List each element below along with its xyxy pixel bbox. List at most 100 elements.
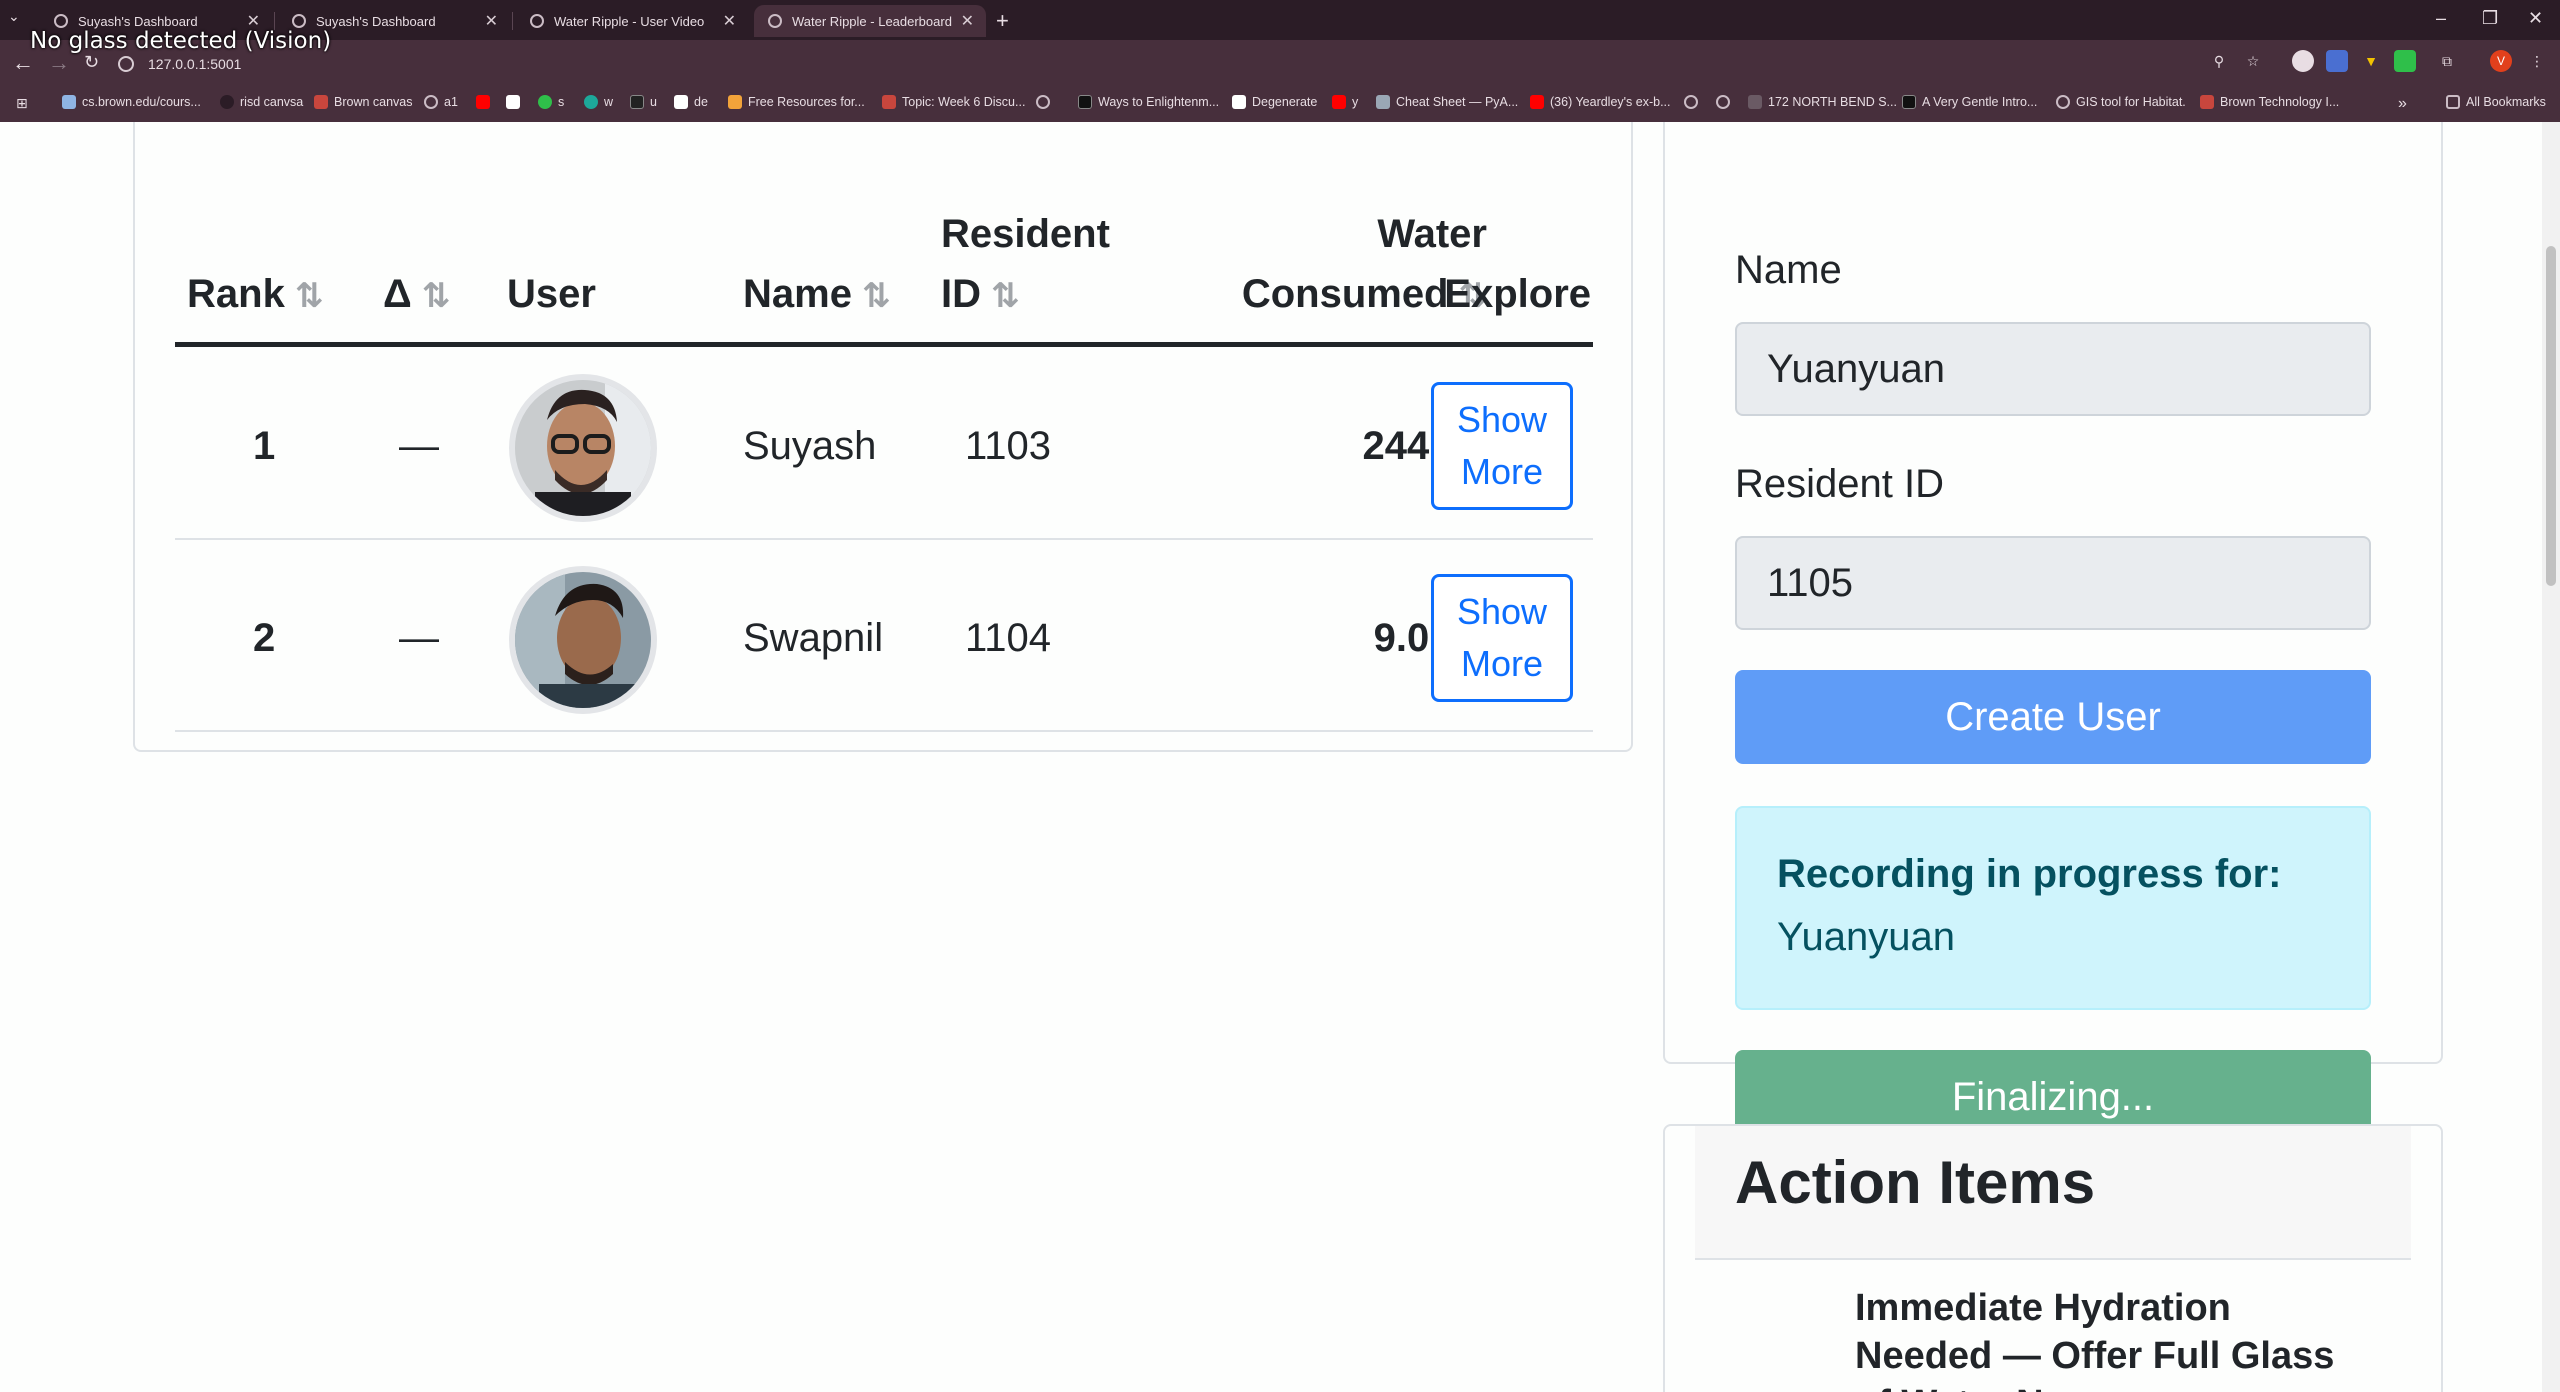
globe-icon [1684,95,1698,109]
bookmark-item[interactable] [1684,95,1704,109]
browser-tab[interactable]: Water Ripple - User Video ✕ [516,5,748,37]
page-scrollbar[interactable] [2542,122,2560,1392]
close-icon[interactable]: ✕ [723,11,736,31]
bookmark-label: y [1352,95,1359,109]
medium-icon [1902,95,1916,109]
header-name[interactable]: Name ⇅ [743,264,890,326]
extension-green-icon[interactable] [2394,50,2416,72]
bookmark-item[interactable]: Degenerate [1232,95,1317,109]
extension-screen-icon[interactable] [2326,50,2348,72]
rank-cell: 2 [253,616,276,660]
tab-separator [512,12,513,30]
bookmark-label: de [694,95,708,109]
name-label: Name [1735,248,1842,292]
globe-icon [530,14,544,28]
name-cell: Swapnil [743,616,884,660]
header-label: ID [941,272,981,316]
bookmark-item[interactable]: w [584,95,613,109]
header-label: Consumed [1241,272,1449,316]
page-content: Rank ⇅ Δ ⇅ User Name ⇅ Resident ID ⇅ Water C… [0,122,2560,1392]
site-info-icon[interactable] [118,56,134,72]
bookmark-item[interactable]: GIS tool for Habitat. [2056,95,2186,109]
bookmark-label: Cheat Sheet — PyA... [1396,95,1519,109]
bookmark-label: a1 [444,95,458,109]
button-label: Finalizing... [1951,1074,2155,1119]
rank-cell: 1 [253,424,276,468]
window-close-icon[interactable]: ✕ [2528,8,2543,29]
delta-cell: — [399,616,439,660]
wikipedia-icon [1232,95,1246,109]
resident-id-field[interactable]: 1105 [1735,536,2371,630]
create-user-button[interactable]: Create User [1735,670,2371,764]
bookmark-item[interactable]: cs.brown.edu/cours... [62,95,201,109]
bookmark-item[interactable]: y [1332,95,1358,109]
bookmark-label: (36) Yeardley's ex-b... [1550,95,1671,109]
browser-menu-icon[interactable]: ⋮ [2526,50,2548,72]
bookmark-item[interactable]: risd canvsa [220,95,303,109]
action-item-text: Immediate Hydration Needed — Offer Full … [1855,1287,2335,1392]
bookmark-item[interactable] [1716,95,1736,109]
bookmark-item[interactable]: a1 [424,95,458,109]
header-explore: Explore [1431,264,1591,324]
bookmark-item[interactable] [1036,95,1056,109]
url-text: 127.0.0.1:5001 [148,56,242,72]
vision-status-overlay: No glass detected (Vision) [30,28,332,54]
bookmark-label: Free Resources for... [748,95,865,109]
header-label: Explore [1444,272,1591,316]
new-tab-icon[interactable]: + [996,8,1009,34]
bookmarks-overflow-icon[interactable]: » [2398,95,2407,113]
bookmark-item[interactable]: Ways to Enlightenm... [1078,95,1219,109]
sort-icon[interactable]: ⇅ [862,277,891,315]
tab-search-icon[interactable]: ⌄ [8,8,20,25]
bookmark-item[interactable]: Cheat Sheet — PyA... [1376,95,1518,109]
bookmark-item[interactable]: A Very Gentle Intro... [1902,95,2037,109]
bookmark-item[interactable]: 172 NORTH BEND S... [1748,95,1897,109]
bookmark-item[interactable]: de [674,95,708,109]
bookmark-item[interactable]: (36) Yeardley's ex-b... [1530,95,1671,109]
all-bookmarks-folder[interactable]: All Bookmarks [2446,95,2546,109]
header-label: Water [1377,212,1487,256]
bookmark-item[interactable]: s [538,95,564,109]
header-rank[interactable]: Rank ⇅ [187,264,323,326]
create-user-card: Name Yuanyuan Resident ID 1105 Create Us… [1663,122,2443,1144]
bookmark-item[interactable]: Topic: Week 6 Discu... [882,95,1025,109]
scrollbar-thumb[interactable] [2546,246,2556,586]
bookmark-item[interactable] [476,95,496,109]
restore-icon[interactable]: ❐ [2482,8,2498,29]
close-icon[interactable]: ✕ [485,11,498,31]
browser-tab-active[interactable]: Water Ripple - Leaderboard ✕ [754,5,986,37]
header-delta[interactable]: Δ ⇅ [383,264,450,326]
address-bar[interactable]: 127.0.0.1:5001 [118,50,2238,78]
extension-triangle-icon[interactable]: ▼ [2360,50,2382,72]
show-more-button[interactable]: Show More [1431,382,1573,510]
bookmark-icon [538,95,552,109]
extension-pokeball-icon[interactable] [2292,50,2314,72]
bookmark-item[interactable] [506,95,526,109]
bookmark-icon [630,95,644,109]
header-resident-id[interactable]: Resident ID ⇅ [941,204,1110,326]
reload-icon[interactable]: ↻ [84,52,99,73]
bookmark-label: u [650,95,657,109]
bookmark-icon [882,95,896,109]
profile-avatar[interactable]: V [2490,50,2512,72]
zoom-icon[interactable]: ⚲ [2208,50,2230,72]
close-icon[interactable]: ✕ [961,11,974,31]
sort-icon[interactable]: ⇅ [295,277,324,315]
bookmark-star-icon[interactable]: ☆ [2242,50,2264,72]
extensions-puzzle-icon[interactable]: ⧉ [2436,50,2458,72]
button-label: Create User [1945,694,2161,739]
show-more-button[interactable]: Show More [1431,574,1573,702]
user-photo-suyash [515,380,651,516]
name-cell: Suyash [743,424,877,468]
bookmark-item[interactable]: Brown Technology I... [2200,95,2339,109]
apps-grid-icon[interactable]: ⊞ [16,95,28,112]
bookmark-item[interactable]: Free Resources for... [728,95,865,109]
browser-tab-bar: ⌄ Suyash's Dashboard ✕ Suyash's Dashboar… [0,0,2560,40]
name-field[interactable]: Yuanyuan [1735,322,2371,416]
button-label: Show [1456,399,1548,440]
sort-icon[interactable]: ⇅ [991,277,1020,315]
bookmark-item[interactable]: Brown canvas [314,95,413,109]
bookmark-item[interactable]: u [630,95,657,109]
minimize-icon[interactable]: – [2436,8,2446,29]
sort-icon[interactable]: ⇅ [422,277,451,315]
